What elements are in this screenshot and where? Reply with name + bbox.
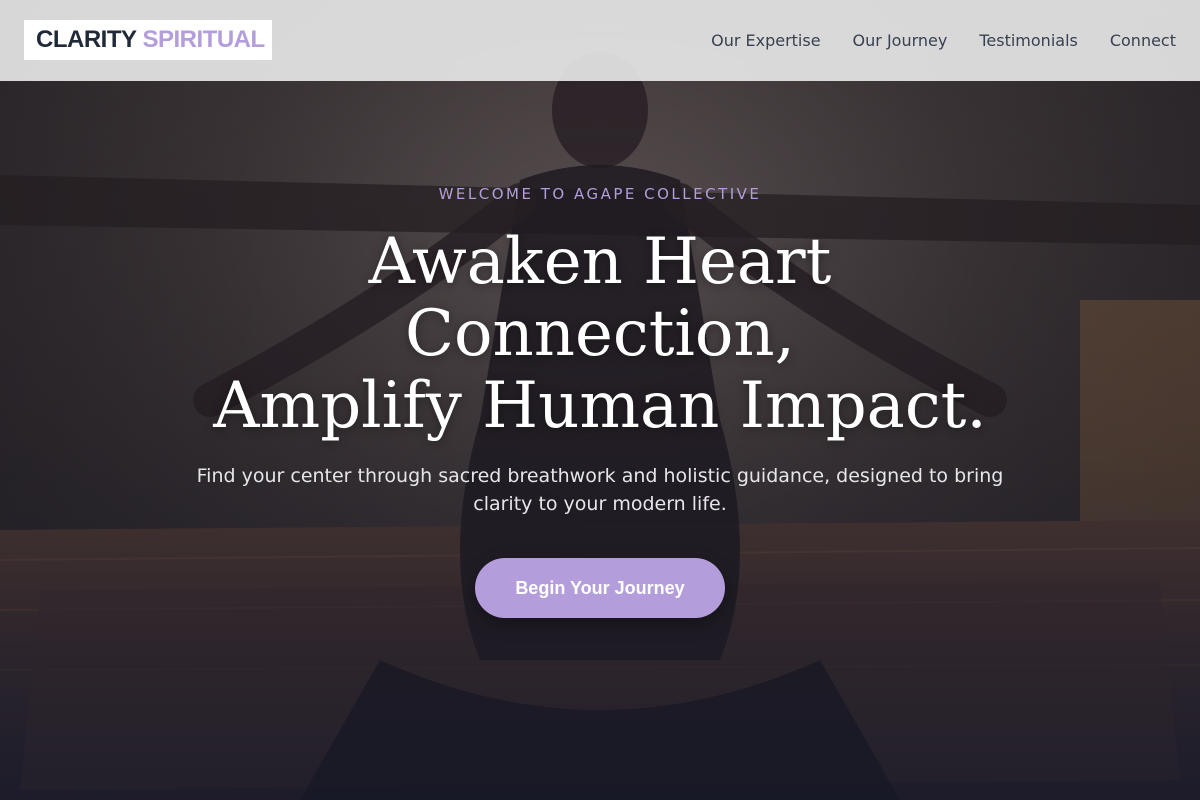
hero-eyebrow: WELCOME TO AGAPE COLLECTIVE	[438, 185, 762, 203]
headline-line-1: Awaken Heart	[368, 225, 832, 299]
begin-journey-button[interactable]: Begin Your Journey	[475, 558, 725, 618]
hero-content: WELCOME TO AGAPE COLLECTIVE Awaken Heart…	[0, 0, 1200, 800]
headline-line-2: Connection,	[405, 297, 795, 371]
headline-line-3: Amplify Human Impact.	[213, 369, 987, 443]
hero-subtitle: Find your center through sacred breathwo…	[196, 465, 1004, 515]
hero-section: CLARITY SPIRITUAL Our Expertise Our Jour…	[0, 0, 1200, 800]
hero-headline: Awaken Heart Connection, Amplify Human I…	[100, 226, 1100, 442]
